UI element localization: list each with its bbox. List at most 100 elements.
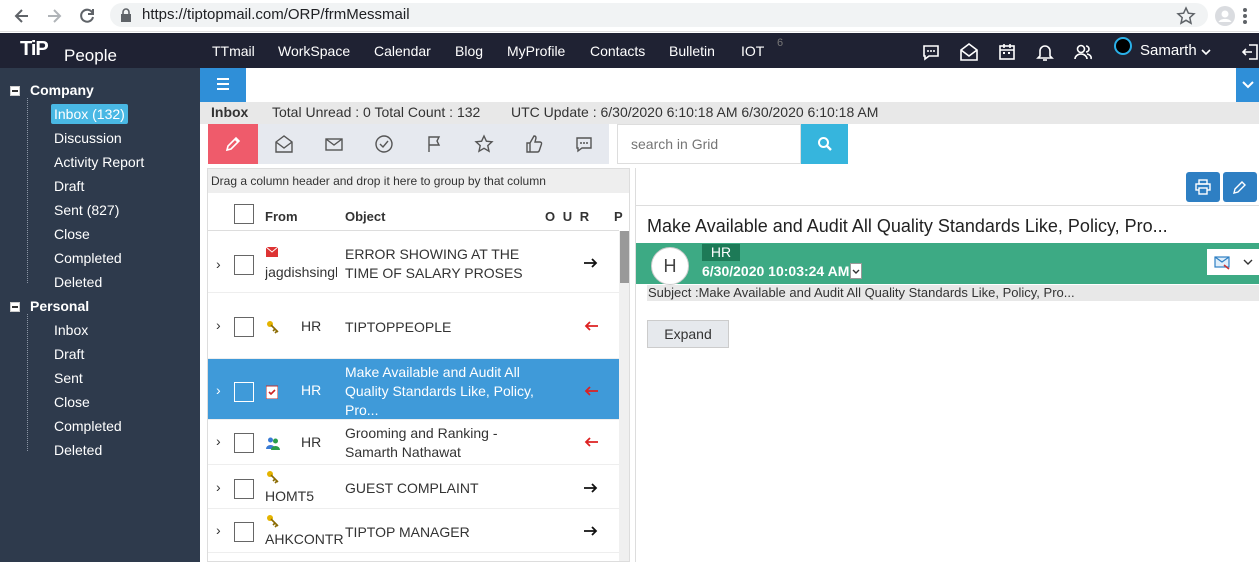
edit-button[interactable] bbox=[1223, 172, 1257, 202]
key-icon bbox=[267, 515, 279, 528]
search-button[interactable] bbox=[801, 124, 848, 164]
row-from: AHKCONTR bbox=[265, 531, 344, 547]
sidebar-item-company-sent[interactable]: Sent (827) bbox=[54, 202, 119, 218]
expand-button[interactable]: Expand bbox=[647, 320, 729, 348]
chat-icon[interactable] bbox=[921, 42, 941, 62]
contacts-icon[interactable] bbox=[1073, 42, 1093, 62]
profile-avatar-icon[interactable] bbox=[1215, 6, 1235, 26]
group-drop-zone[interactable]: Drag a column header and drop it here to… bbox=[208, 169, 629, 193]
user-name[interactable]: Samarth bbox=[1140, 42, 1197, 59]
collapse-icon[interactable] bbox=[10, 302, 20, 313]
chevron-right-icon[interactable]: › bbox=[216, 317, 221, 333]
row-object: TIPTOP MANAGER bbox=[345, 524, 470, 540]
key-icon bbox=[267, 471, 279, 484]
sidebar-item-discussion[interactable]: Discussion bbox=[54, 130, 122, 146]
envelope-icon bbox=[325, 138, 343, 151]
chevron-down-icon[interactable] bbox=[1200, 42, 1220, 62]
table-row[interactable]: › AHKCONTR TIPTOP MANAGER bbox=[208, 509, 619, 553]
nav-ttmail[interactable]: TTmail bbox=[212, 43, 255, 59]
chevron-down-icon bbox=[1243, 259, 1253, 265]
star-button[interactable] bbox=[459, 124, 509, 164]
menu-toggle-button[interactable] bbox=[200, 68, 246, 102]
forward-arrow-icon[interactable] bbox=[44, 6, 64, 26]
mail-header: H HR 6/30/2020 10:03:24 AM bbox=[636, 243, 1259, 285]
collapse-icon[interactable] bbox=[10, 86, 20, 97]
column-from[interactable]: From bbox=[265, 209, 298, 224]
grid-scrollbar-thumb[interactable] bbox=[620, 231, 629, 283]
tree-company[interactable]: Company bbox=[10, 82, 94, 98]
table-row[interactable]: › HR Make Available and Audit All Qualit… bbox=[208, 359, 619, 420]
table-row[interactable]: › jagdishsingh ERROR SHOWING AT THE TIME… bbox=[208, 231, 619, 293]
sidebar-item-personal-close[interactable]: Close bbox=[54, 394, 90, 410]
row-checkbox[interactable] bbox=[234, 382, 254, 402]
chevron-right-icon[interactable]: › bbox=[216, 256, 221, 272]
browser-menu-icon[interactable] bbox=[1242, 6, 1259, 26]
tree-guide bbox=[27, 314, 28, 451]
sidebar-item-company-draft[interactable]: Draft bbox=[54, 178, 84, 194]
tree-personal[interactable]: Personal bbox=[10, 298, 89, 314]
table-row[interactable]: › HR TIPTOPPEOPLE bbox=[208, 293, 619, 359]
discussion-button[interactable] bbox=[559, 124, 609, 164]
calendar-icon[interactable] bbox=[997, 42, 1017, 62]
logout-icon[interactable] bbox=[1240, 42, 1259, 62]
table-row[interactable]: › HOMT5 GUEST COMPLAINT bbox=[208, 465, 619, 509]
nav-calendar[interactable]: Calendar bbox=[374, 43, 431, 59]
row-checkbox[interactable] bbox=[234, 255, 254, 275]
chevron-right-icon[interactable]: › bbox=[216, 433, 221, 449]
chevron-right-icon[interactable]: › bbox=[216, 522, 221, 538]
nav-bulletin[interactable]: Bulletin bbox=[669, 43, 715, 59]
read-mail-button[interactable] bbox=[259, 124, 309, 164]
row-from: HR bbox=[301, 318, 322, 334]
select-all-checkbox[interactable] bbox=[234, 204, 254, 224]
sidebar-item-company-close[interactable]: Close bbox=[54, 226, 90, 242]
back-arrow-icon[interactable] bbox=[12, 6, 32, 26]
complete-button[interactable] bbox=[359, 124, 409, 164]
mail-open-icon[interactable] bbox=[959, 42, 979, 62]
sidebar-item-company-inbox[interactable]: Inbox (132) bbox=[51, 104, 128, 124]
sidebar-item-personal-completed[interactable]: Completed bbox=[54, 418, 122, 434]
unread-mail-button[interactable] bbox=[309, 124, 359, 164]
chevron-down-icon bbox=[852, 269, 860, 274]
chevron-right-icon[interactable]: › bbox=[216, 479, 221, 495]
row-checkbox[interactable] bbox=[234, 479, 254, 499]
nav-myprofile[interactable]: MyProfile bbox=[507, 43, 565, 59]
sidebar-item-personal-draft[interactable]: Draft bbox=[54, 346, 84, 362]
flag-button[interactable] bbox=[409, 124, 459, 164]
column-object[interactable]: Object bbox=[345, 209, 385, 224]
table-row[interactable]: › HR Grooming and Ranking - Samarth Nath… bbox=[208, 420, 619, 465]
users-icon bbox=[266, 437, 280, 450]
tree-personal-label: Personal bbox=[30, 298, 90, 314]
nav-workspace[interactable]: WorkSpace bbox=[278, 43, 350, 59]
like-button[interactable] bbox=[509, 124, 559, 164]
column-flags[interactable]: O U R bbox=[545, 209, 591, 224]
row-checkbox[interactable] bbox=[234, 317, 254, 337]
collapse-tab-button[interactable] bbox=[1236, 68, 1259, 102]
sidebar-item-personal-sent[interactable]: Sent bbox=[54, 370, 83, 386]
sidebar-item-company-deleted[interactable]: Deleted bbox=[54, 274, 102, 290]
row-object: Make Available and Audit All Quality Sta… bbox=[345, 364, 534, 418]
reply-options-button[interactable] bbox=[1207, 249, 1259, 275]
sidebar-item-company-completed[interactable]: Completed bbox=[54, 250, 122, 266]
chat-bubble-icon bbox=[576, 137, 592, 153]
column-p[interactable]: P bbox=[614, 209, 623, 224]
nav-iot[interactable]: IOT bbox=[741, 43, 764, 59]
nav-blog[interactable]: Blog bbox=[455, 43, 483, 59]
sidebar-item-activity-report[interactable]: Activity Report bbox=[54, 154, 144, 170]
reply-mail-icon bbox=[1214, 256, 1230, 270]
bookmark-star-icon[interactable] bbox=[1176, 6, 1196, 26]
sidebar-item-personal-inbox[interactable]: Inbox bbox=[54, 322, 88, 338]
arrow-right-icon bbox=[584, 258, 598, 268]
row-checkbox[interactable] bbox=[234, 522, 254, 542]
user-status-icon[interactable] bbox=[1113, 36, 1133, 56]
grid-search-input[interactable] bbox=[617, 124, 801, 164]
compose-button[interactable] bbox=[208, 124, 258, 164]
chevron-right-icon[interactable]: › bbox=[216, 382, 221, 398]
sidebar-item-personal-deleted[interactable]: Deleted bbox=[54, 442, 102, 458]
bell-icon[interactable] bbox=[1035, 42, 1055, 62]
search-icon bbox=[817, 137, 832, 151]
row-checkbox[interactable] bbox=[234, 433, 254, 453]
reload-icon[interactable] bbox=[77, 6, 97, 26]
print-button[interactable] bbox=[1186, 172, 1220, 202]
date-dropdown[interactable] bbox=[850, 263, 862, 279]
nav-contacts[interactable]: Contacts bbox=[590, 43, 645, 59]
